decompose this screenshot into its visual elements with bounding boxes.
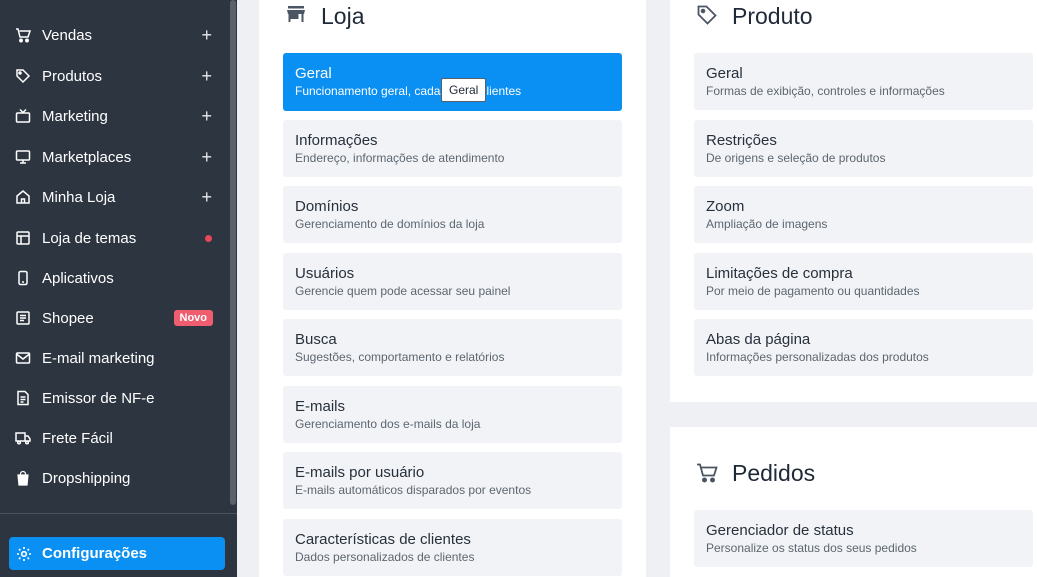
card-title: Restrições — [706, 132, 777, 149]
card-produto-restricoes[interactable]: Restrições De origens e seleção de produ… — [694, 120, 1033, 177]
tag-icon — [15, 68, 31, 84]
sidebar-item-configuracoes[interactable]: Configurações — [9, 537, 225, 570]
card-loja-usuarios[interactable]: Usuários Gerencie quem pode acessar seu … — [283, 253, 622, 310]
sidebar-item-label: Minha Loja — [42, 188, 116, 206]
card-title: Gerenciador de status — [706, 522, 854, 539]
new-badge: Novo — [173, 310, 213, 326]
sidebar: Vendas + Produtos + Marketing + Marketpl… — [0, 0, 237, 577]
card-desc: Informações personalizadas dos produtos — [706, 350, 929, 364]
card-title: Informações — [295, 132, 378, 149]
sidebar-item-label: Vendas — [42, 26, 93, 44]
sidebar-item-label: Configurações — [42, 545, 148, 562]
card-desc: Formas de exibição, controles e informaç… — [706, 84, 945, 98]
card-desc: Ampliação de imagens — [706, 217, 828, 231]
sidebar-item-email-marketing[interactable]: E-mail marketing — [0, 341, 228, 375]
sidebar-item-produtos[interactable]: Produtos + — [0, 59, 228, 93]
tv-icon — [15, 108, 31, 124]
cart-icon — [15, 27, 31, 43]
sidebar-item-vendas[interactable]: Vendas + — [0, 18, 228, 52]
sidebar-item-label: E-mail marketing — [42, 349, 155, 367]
plus-icon[interactable]: + — [201, 148, 212, 166]
card-desc: Personalize os status dos seus pedidos — [706, 541, 917, 555]
card-title: Abas da página — [706, 331, 811, 348]
card-desc: Gerencie quem pode acessar seu painel — [295, 284, 511, 298]
card-pedidos-gerenciador-status[interactable]: Gerenciador de status Personalize os sta… — [694, 510, 1033, 567]
sidebar-item-label: Emissor de NF-e — [42, 389, 155, 407]
card-produto-abas-pagina[interactable]: Abas da página Informações personalizada… — [694, 319, 1033, 376]
layout-icon — [15, 230, 31, 246]
card-title: Usuários — [295, 265, 355, 282]
cart-icon — [696, 462, 718, 484]
card-title: Geral — [706, 65, 743, 82]
smartphone-icon — [15, 270, 31, 286]
document-icon — [15, 390, 31, 406]
card-title: Zoom — [706, 198, 745, 215]
card-loja-informacoes[interactable]: Informações Endereço, informações de ate… — [283, 120, 622, 177]
card-desc: Dados personalizados de clientes — [295, 550, 475, 564]
gear-icon — [16, 546, 32, 562]
mail-icon — [15, 350, 31, 366]
sidebar-item-label: Loja de temas — [42, 229, 137, 247]
card-desc: Gerenciamento dos e-mails da loja — [295, 417, 481, 431]
card-loja-busca[interactable]: Busca Sugestões, comportamento e relatór… — [283, 319, 622, 376]
sidebar-item-label: Marketing — [42, 107, 108, 125]
home-icon — [15, 189, 31, 205]
monitor-icon — [15, 149, 31, 165]
sidebar-item-loja-de-temas[interactable]: Loja de temas — [0, 221, 228, 255]
card-loja-dominios[interactable]: Domínios Gerenciamento de domínios da lo… — [283, 186, 622, 243]
card-desc: De origens e seleção de produtos — [706, 151, 886, 165]
card-loja-emails[interactable]: E-mails Gerenciamento dos e-mails da loj… — [283, 386, 622, 443]
plus-icon[interactable]: + — [201, 107, 212, 125]
card-title: Características de clientes — [295, 531, 471, 548]
sidebar-item-label: Shopee — [42, 309, 94, 327]
card-produto-limitacoes-compra[interactable]: Limitações de compra Por meio de pagamen… — [694, 253, 1033, 310]
sidebar-item-aplicativos[interactable]: Aplicativos — [0, 261, 228, 295]
shopee-icon — [15, 310, 31, 326]
sidebar-item-minha-loja[interactable]: Minha Loja + — [0, 180, 228, 214]
card-desc: E-mails automáticos disparados por event… — [295, 483, 532, 497]
card-title: Busca — [295, 331, 337, 348]
plus-icon[interactable]: + — [201, 67, 212, 85]
bag-icon — [15, 470, 31, 486]
card-produto-zoom[interactable]: Zoom Ampliação de imagens — [694, 186, 1033, 243]
plus-icon[interactable]: + — [201, 188, 212, 206]
notification-dot — [205, 234, 212, 242]
truck-icon — [15, 430, 31, 446]
sidebar-item-frete-facil[interactable]: Frete Fácil — [0, 421, 228, 455]
sidebar-item-shopee[interactable]: Shopee Novo — [0, 301, 228, 335]
plus-icon[interactable]: + — [201, 26, 212, 44]
store-icon — [285, 3, 307, 25]
card-title: Geral — [295, 65, 332, 82]
card-title: Limitações de compra — [706, 265, 853, 282]
card-desc: Por meio de pagamento ou quantidades — [706, 284, 920, 298]
card-title: E-mails — [295, 398, 346, 415]
card-loja-caracteristicas-clientes[interactable]: Características de clientes Dados person… — [283, 519, 622, 576]
sidebar-item-dropshipping[interactable]: Dropshipping — [0, 461, 228, 495]
card-desc: Gerenciamento de domínios da loja — [295, 217, 485, 231]
card-desc: Endereço, informações de atendimento — [295, 151, 505, 165]
sidebar-item-emissor-nfe[interactable]: Emissor de NF-e — [0, 381, 228, 415]
sidebar-item-marketing[interactable]: Marketing + — [0, 99, 228, 133]
sidebar-item-label: Produtos — [42, 67, 103, 85]
card-title: E-mails por usuário — [295, 464, 425, 481]
tooltip: Geral — [441, 78, 487, 102]
produto-title: Produto — [732, 3, 813, 29]
card-produto-geral[interactable]: Geral Formas de exibição, controles e in… — [694, 53, 1033, 110]
card-title: Domínios — [295, 198, 359, 215]
sidebar-item-label: Frete Fácil — [42, 429, 113, 447]
card-desc: Funcionamento geral, cadastro de cliente… — [295, 84, 522, 98]
sidebar-item-label: Dropshipping — [42, 469, 131, 487]
loja-title: Loja — [321, 3, 365, 29]
card-loja-emails-por-usuario[interactable]: E-mails por usuário E-mails automáticos … — [283, 452, 622, 509]
tag-icon — [696, 4, 718, 26]
sidebar-scrollbar[interactable] — [230, 0, 236, 505]
sidebar-divider — [0, 513, 237, 514]
sidebar-item-label: Marketplaces — [42, 148, 132, 166]
pedidos-panel: Pedidos Gerenciador de status Personaliz… — [670, 427, 1037, 577]
produto-panel: Produto Geral Formas de exibição, contro… — [670, 0, 1037, 402]
card-desc: Sugestões, comportamento e relatórios — [295, 350, 505, 364]
sidebar-item-marketplaces[interactable]: Marketplaces + — [0, 140, 228, 174]
pedidos-title: Pedidos — [732, 460, 816, 486]
sidebar-item-label: Aplicativos — [42, 269, 114, 287]
